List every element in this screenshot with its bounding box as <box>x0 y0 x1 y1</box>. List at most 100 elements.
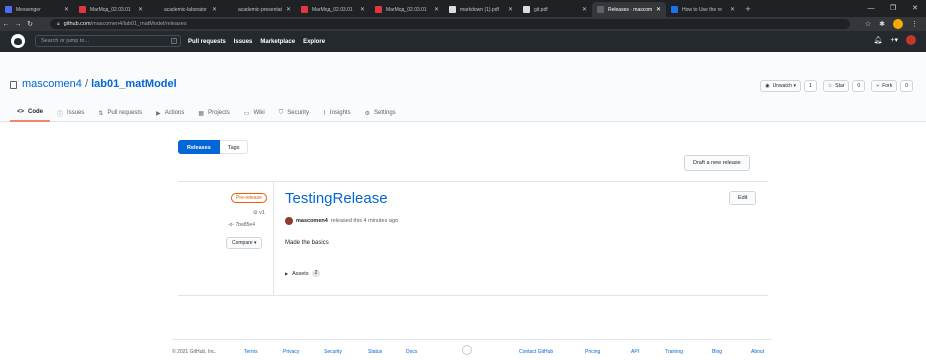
bookmark-star-icon[interactable]: ☆ <box>865 20 871 28</box>
maximize-icon[interactable]: ❐ <box>882 0 904 17</box>
tags-tab[interactable]: Tags <box>219 140 249 154</box>
tab-close-icon[interactable]: ✕ <box>434 6 439 13</box>
repo-tab-actions[interactable]: ▶ Actions <box>149 104 191 122</box>
footer-link-status[interactable]: Status <box>368 349 382 355</box>
commit-icon: -o- <box>228 222 235 228</box>
release-title[interactable]: TestingRelease <box>285 190 388 207</box>
repo-tab-wiki[interactable]: ▭ Wiki <box>237 104 272 122</box>
footer-link-blog[interactable]: Blog <box>712 349 722 355</box>
browser-tab[interactable]: MarMoд_02.03.01 ✕ <box>370 2 444 17</box>
minimize-icon[interactable]: — <box>860 0 882 17</box>
footer-link-privacy[interactable]: Privacy <box>283 349 299 355</box>
star-icon: ☆ <box>827 83 833 89</box>
star-count[interactable]: 0 <box>852 80 866 92</box>
repo-tab-insights[interactable]: ⌇ Insights <box>316 104 358 122</box>
browser-tab[interactable]: Messenger ✕ <box>0 2 74 17</box>
nav-explore[interactable]: Explore <box>303 39 325 45</box>
repo-tab-security[interactable]: ⛉ Security <box>272 104 316 122</box>
unwatch-button[interactable]: ◉ Unwatch ▾ <box>760 80 801 92</box>
repo-tab-label: Issues <box>67 110 85 116</box>
plus-dropdown-icon[interactable]: +▾ <box>890 36 898 44</box>
tab-close-icon[interactable]: ✕ <box>360 6 365 13</box>
watch-count[interactable]: 1 <box>803 80 817 92</box>
footer-link-security[interactable]: Security <box>324 349 342 355</box>
assets-count: 2 <box>311 270 321 277</box>
assets-toggle[interactable]: ▶ Assets 2 <box>285 270 321 277</box>
release-commit[interactable]: -o- 7be85e4 <box>228 222 255 228</box>
repo-tab-icon: ⇅ <box>98 110 104 117</box>
browser-tab[interactable]: MarMoд_02.03.01 ✕ <box>74 2 148 17</box>
footer-link-contact[interactable]: Contact GitHub <box>519 349 553 355</box>
search-placeholder: Search or jump to... <box>41 38 89 44</box>
fork-icon: ⑂ <box>876 83 880 89</box>
browser-tab[interactable]: markdown (1).pdf ✕ <box>444 2 518 17</box>
repo-name-link[interactable]: lab01_matModel <box>91 78 177 90</box>
browser-tab[interactable]: academic-laborator ✕ <box>148 2 222 17</box>
github-search-input[interactable]: Search or jump to... / <box>35 35 181 47</box>
footer-link-docs[interactable]: Docs <box>406 349 417 355</box>
github-logo-icon[interactable] <box>11 34 25 48</box>
tab-close-icon[interactable]: ✕ <box>212 6 217 13</box>
browser-menu-icon[interactable]: ⋮ <box>911 20 918 28</box>
reload-icon[interactable]: ↻ <box>24 20 36 28</box>
forward-icon[interactable]: → <box>12 21 24 28</box>
tab-title: markdown (1).pdf <box>460 6 499 13</box>
footer-link-terms[interactable]: Terms <box>244 349 258 355</box>
nav-pull-requests[interactable]: Pull requests <box>188 39 226 45</box>
author-avatar[interactable] <box>285 217 293 225</box>
tab-close-icon[interactable]: ✕ <box>730 6 735 13</box>
assets-label: Assets <box>292 270 309 277</box>
browser-tab[interactable]: academic-presentat ✕ <box>222 2 296 17</box>
address-bar[interactable]: 🔒︎ github.com/mascomen4/lab01_matModel/r… <box>50 19 850 29</box>
edit-release-button[interactable]: Edit <box>729 191 757 205</box>
tab-close-icon[interactable]: ✕ <box>286 6 291 13</box>
repo-title: mascomen4 / lab01_matModel <box>22 78 177 90</box>
close-window-icon[interactable]: ✕ <box>904 0 926 17</box>
new-tab-button[interactable]: + <box>740 2 756 17</box>
fork-count[interactable]: 0 <box>900 80 913 92</box>
github-header: Search or jump to... / Pull requests Iss… <box>0 31 926 52</box>
repo-tab-projects[interactable]: ▦ Projects <box>191 104 236 122</box>
bell-icon[interactable]: 🔔︎ <box>874 36 883 44</box>
tab-close-icon[interactable]: ✕ <box>508 6 513 13</box>
tab-close-icon[interactable]: ✕ <box>582 6 587 13</box>
release-column-divider <box>273 181 274 295</box>
author-link[interactable]: mascomen4 <box>296 218 328 224</box>
github-mark-icon[interactable] <box>462 345 472 355</box>
repo-tab-icon: ⌇ <box>322 110 326 117</box>
release-tag[interactable]: ⊘ v1 <box>253 210 265 216</box>
url-host: github.com <box>63 21 91 27</box>
user-avatar[interactable] <box>906 35 916 45</box>
back-icon[interactable]: ← <box>0 21 12 28</box>
tab-title: MarMoд_02.03.01 <box>386 6 427 13</box>
pre-release-badge: Pre-release <box>231 193 267 203</box>
browser-tab[interactable]: Releases · mascom ✕ <box>592 2 666 17</box>
compare-button[interactable]: Compare ▾ <box>226 237 263 249</box>
footer-link-api[interactable]: API <box>631 349 639 355</box>
tab-title: git.pdf <box>534 6 548 13</box>
releases-tab[interactable]: Releases <box>178 140 220 154</box>
browser-tab[interactable]: git.pdf ✕ <box>518 2 592 17</box>
footer-link-training[interactable]: Training <box>665 349 683 355</box>
repo-tab-issues[interactable]: ⓘ Issues <box>50 104 91 122</box>
tab-close-icon[interactable]: ✕ <box>138 6 143 13</box>
footer-link-about[interactable]: About <box>751 349 764 355</box>
profile-avatar[interactable] <box>893 19 903 29</box>
repo-tab-pull-requests[interactable]: ⇅ Pull requests <box>91 104 149 122</box>
tab-close-icon[interactable]: ✕ <box>64 6 69 13</box>
browser-tab[interactable]: How to Use the re ✕ <box>666 2 740 17</box>
draft-release-button[interactable]: Draft a new release <box>684 155 750 171</box>
repo-tab-code[interactable]: <> Code <box>10 104 51 122</box>
extensions-icon[interactable]: ✱ <box>879 20 885 28</box>
nav-issues[interactable]: Issues <box>234 39 253 45</box>
nav-marketplace[interactable]: Marketplace <box>260 39 295 45</box>
fork-button[interactable]: ⑂ Fork <box>871 80 898 92</box>
footer-link-pricing[interactable]: Pricing <box>585 349 600 355</box>
tab-close-icon[interactable]: ✕ <box>656 6 661 13</box>
repo-tab-icon: ⓘ <box>57 111 64 118</box>
tag-icon: ⊘ <box>253 210 258 216</box>
repo-owner-link[interactable]: mascomen4 <box>22 78 82 90</box>
star-button[interactable]: ☆ Star <box>822 80 850 92</box>
browser-tab[interactable]: MarMoд_02.03.01 ✕ <box>296 2 370 17</box>
repo-tab-settings[interactable]: ⚙ Settings <box>358 104 403 122</box>
